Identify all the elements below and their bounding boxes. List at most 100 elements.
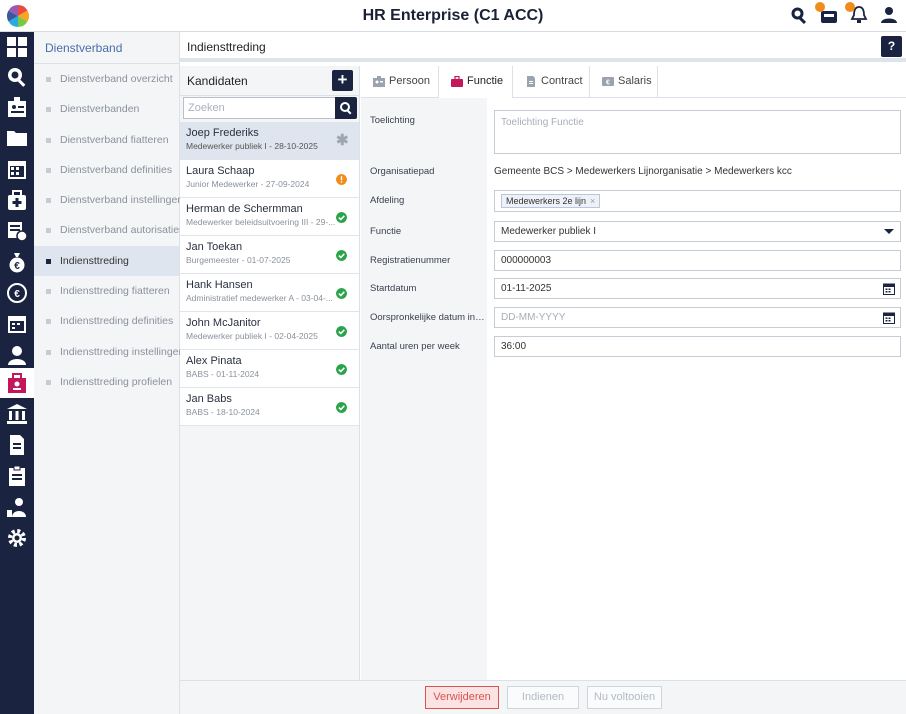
task-list-icon[interactable] <box>6 220 28 242</box>
candidate-details: BABS - 01-11-2024 <box>186 369 260 379</box>
subnav-item-indiensttreding-profielen[interactable]: Indiensttreding profielen <box>34 367 179 397</box>
registratienummer-field[interactable]: 000000003 <box>494 250 901 271</box>
subnav-item-indiensttreding-definities[interactable]: Indiensttreding definities <box>34 306 179 336</box>
tab-contract[interactable]: Contract <box>513 66 590 98</box>
search-input[interactable] <box>183 97 335 119</box>
organisatiepad-value: Gemeente BCS > Medewerkers Lijnorganisat… <box>494 166 792 177</box>
afdeling-label: Afdeling <box>370 195 405 206</box>
tab-label: Functie <box>467 75 504 87</box>
tag-remove-icon[interactable]: × <box>590 196 595 206</box>
tab-label: Contract <box>541 75 583 87</box>
candidate-name: Alex Pinata <box>186 355 242 367</box>
functie-form: Toelichting Toelichting Functie Organisa… <box>361 98 906 680</box>
folder-icon[interactable] <box>6 127 28 149</box>
onboarding-icon <box>8 373 26 393</box>
list-item[interactable]: Hank Hansen Administratief medewerker A … <box>180 274 359 312</box>
check-status-icon <box>336 212 347 223</box>
tab-functie[interactable]: Functie <box>439 66 513 99</box>
subnav-item-dienstverband-autorisaties[interactable]: Dienstverband autorisaties <box>34 215 184 245</box>
startdatum-field[interactable]: 01-11-2025 <box>494 278 901 299</box>
person-card-icon <box>373 76 385 87</box>
user-profile-icon[interactable] <box>880 6 898 24</box>
detail-panel: Persoon Functie Contract € Salaris Toeli… <box>361 66 906 680</box>
warning-status-icon <box>336 174 347 185</box>
medical-case-icon[interactable] <box>6 189 28 211</box>
calendar-picker-icon[interactable] <box>883 283 895 295</box>
delete-button[interactable]: Verwijderen <box>425 686 499 709</box>
money-bag-icon[interactable]: € <box>6 251 28 273</box>
global-search-icon[interactable] <box>790 6 808 24</box>
alerts-bell-icon[interactable] <box>845 2 868 24</box>
content-header: Indiensttreding ? <box>180 32 906 62</box>
action-footer: Verwijderen Indienen Nu voltooien <box>180 680 906 714</box>
toelichting-textarea[interactable]: Toelichting Functie <box>494 110 901 154</box>
subnav-item-indiensttreding-instellingen[interactable]: Indiensttreding instellingen <box>34 337 184 367</box>
oorspronkelijke-datum-field[interactable]: DD-MM-YYYY <box>494 307 901 328</box>
organisatiepad-label: Organisatiepad <box>370 166 435 177</box>
add-candidate-button[interactable]: + <box>332 70 353 91</box>
tab-label: Persoon <box>389 75 430 87</box>
candidate-details: Medewerker beleidsuitvoering III - 29-..… <box>186 217 336 227</box>
subnav-item-indiensttreding[interactable]: Indiensttreding <box>34 245 179 277</box>
main-nav-rail: € € <box>0 32 34 714</box>
functie-label: Functie <box>370 226 402 237</box>
subnav-item-dienstverband-overzicht[interactable]: Dienstverband overzicht <box>34 64 179 94</box>
subnav-item-dienstverband-instellingen[interactable]: Dienstverband instellingen <box>34 185 183 215</box>
label-column <box>361 98 487 680</box>
submit-button[interactable]: Indienen <box>507 686 579 709</box>
candidate-name: John McJanitor <box>186 317 261 329</box>
settings-gear-icon[interactable] <box>6 527 28 549</box>
subnav-item-dienstverband-fiatteren[interactable]: Dienstverband fiatteren <box>34 125 179 155</box>
user-manage-icon[interactable] <box>6 344 28 366</box>
candidate-list: Joep Frederiks Medewerker publiek I - 28… <box>180 122 359 426</box>
calendar-picker-icon[interactable] <box>883 312 895 324</box>
inbox-badge <box>815 2 825 12</box>
contract-document-icon <box>527 76 535 87</box>
alerts-badge <box>845 2 855 12</box>
sub-navigation: Dienstverband Dienstverband overzicht Di… <box>34 32 184 714</box>
list-item[interactable]: Jan Babs BABS - 18-10-2024 <box>180 388 359 426</box>
svg-text:€: € <box>14 289 20 300</box>
complete-now-button[interactable]: Nu voltooien <box>587 686 662 709</box>
onboarding-nav-item[interactable] <box>0 368 34 398</box>
support-person-icon[interactable] <box>6 496 28 518</box>
help-button[interactable]: ? <box>881 36 902 57</box>
euro-cycle-icon[interactable]: € <box>6 282 28 304</box>
list-item[interactable]: John McJanitor Medewerker publiek I - 02… <box>180 312 359 350</box>
pending-status-icon: ✱ <box>336 132 349 149</box>
subnav-item-dienstverband-definities[interactable]: Dienstverband definities <box>34 155 179 185</box>
tab-persoon[interactable]: Persoon <box>361 66 439 98</box>
subnav-item-indiensttreding-fiatteren[interactable]: Indiensttreding fiatteren <box>34 276 179 306</box>
list-item[interactable]: Jan Toekan Burgemeester - 01-07-2025 <box>180 236 359 274</box>
list-item[interactable]: Alex Pinata BABS - 01-11-2024 <box>180 350 359 388</box>
afdeling-tag: Medewerkers 2e lijn × <box>501 194 601 208</box>
candidate-name: Hank Hansen <box>186 279 253 291</box>
subnav-item-dienstverbanden[interactable]: Dienstverbanden <box>34 94 179 124</box>
candidate-details: Administratief medewerker A - 03-04-... <box>186 293 333 303</box>
candidate-name: Jan Toekan <box>186 241 243 253</box>
tab-salaris[interactable]: € Salaris <box>590 66 658 98</box>
toelichting-label: Toelichting <box>370 115 415 126</box>
id-card-icon[interactable] <box>6 96 28 118</box>
schedule-icon[interactable] <box>6 313 28 335</box>
candidate-name: Joep Frederiks <box>186 127 259 139</box>
afdeling-field[interactable]: Medewerkers 2e lijn × <box>494 190 901 212</box>
clipboard-icon[interactable] <box>6 465 28 487</box>
list-item[interactable]: Herman de Schermman Medewerker beleidsui… <box>180 198 359 236</box>
chevron-down-icon <box>884 229 894 234</box>
list-item[interactable]: Joep Frederiks Medewerker publiek I - 28… <box>180 122 359 160</box>
document-icon[interactable] <box>6 434 28 456</box>
list-item[interactable]: Laura Schaap Junior Medewerker - 27-09-2… <box>180 160 359 198</box>
uren-field[interactable]: 36:00 <box>494 336 901 357</box>
afdeling-tag-label: Medewerkers 2e lijn <box>506 196 587 206</box>
check-status-icon <box>336 402 347 413</box>
institution-icon[interactable] <box>6 403 28 425</box>
dashboard-icon[interactable] <box>6 36 28 58</box>
inbox-notification-icon[interactable] <box>815 2 838 24</box>
search-people-icon[interactable] <box>6 66 28 88</box>
functie-value: Medewerker publiek I <box>501 226 597 237</box>
calendar-icon[interactable] <box>6 158 28 180</box>
search-button[interactable] <box>335 97 357 119</box>
functie-select[interactable]: Medewerker publiek I <box>494 221 901 242</box>
tab-bar: Persoon Functie Contract € Salaris <box>361 66 906 99</box>
